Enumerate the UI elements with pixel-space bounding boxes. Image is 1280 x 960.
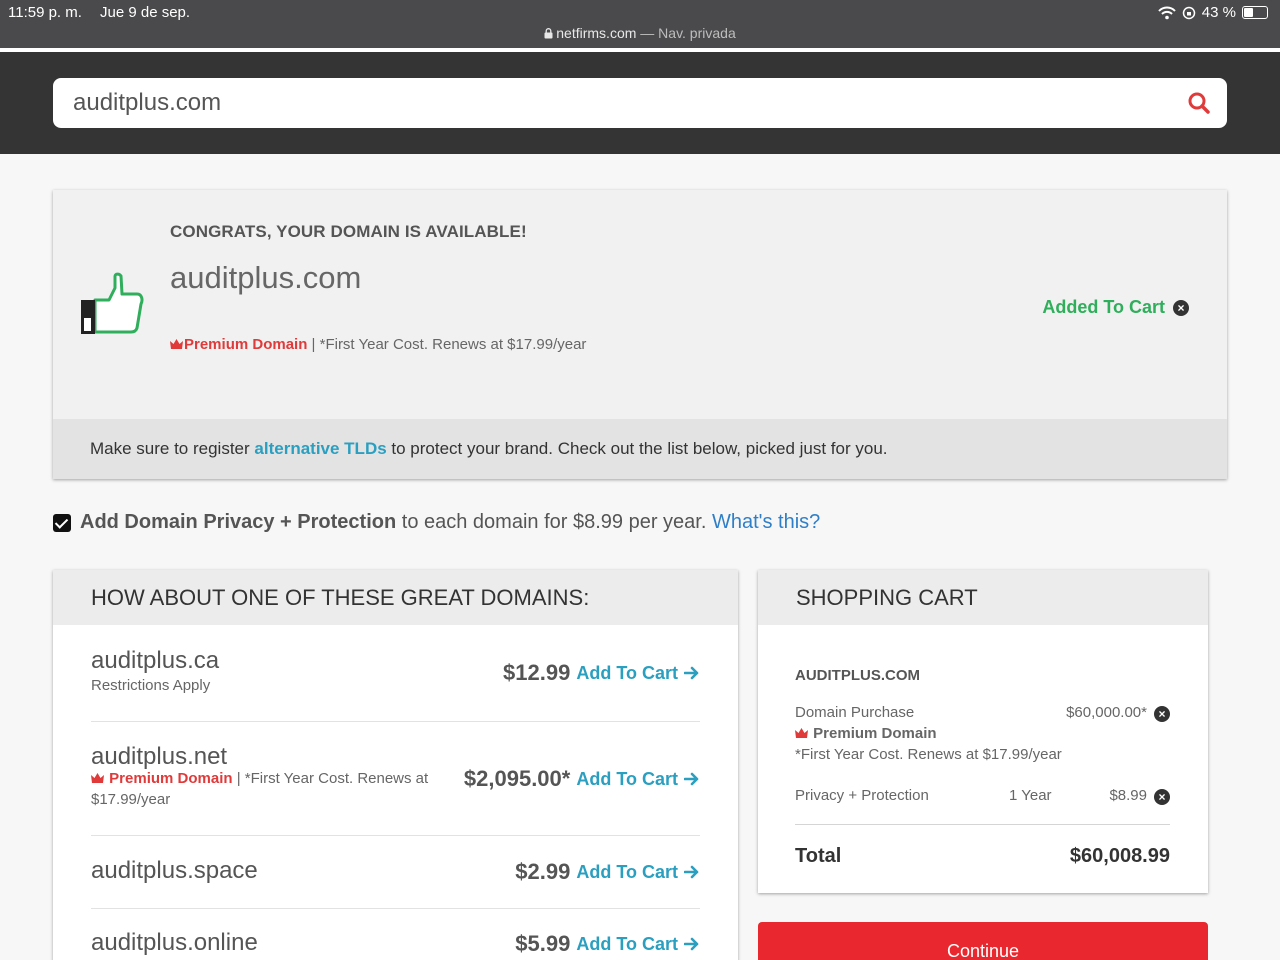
thumbs-up-icon <box>81 272 144 334</box>
arrow-right-icon[interactable] <box>684 865 700 879</box>
domain-purchase-label: Domain Purchase <box>795 704 915 721</box>
suggestions-header: HOW ABOUT ONE OF THESE GREAT DOMAINS: <box>53 570 738 625</box>
suggestion-price-group: $2,095.00* Add To Cart <box>464 766 700 792</box>
privacy-checkbox[interactable] <box>53 513 71 532</box>
remove-domain-icon[interactable]: × <box>1154 706 1170 722</box>
premium-label: Premium Domain <box>109 770 233 787</box>
privacy-description: to each domain for $8.99 per year. <box>396 511 712 533</box>
renew-note: | *First Year Cost. Renews at <box>232 770 429 787</box>
premium-badge: Premium Domain <box>170 336 307 353</box>
arrow-right-icon[interactable] <box>684 666 700 680</box>
rotation-lock-icon <box>1182 6 1196 19</box>
privacy-term: 1 Year <box>1009 787 1052 804</box>
suggestion-domain: auditplus.space <box>91 857 258 884</box>
search-box <box>53 78 1227 128</box>
suggestion-row: auditplus.online $5.99 Add To Cart <box>91 909 700 960</box>
suggestion-domain: auditplus.net <box>91 743 228 770</box>
status-bar: 11:59 p. m. Jue 9 de sep. netfirms.com —… <box>0 0 1280 48</box>
battery-icon <box>1242 6 1268 19</box>
whats-this-link[interactable]: What's this? <box>712 511 820 533</box>
address-bar[interactable]: netfirms.com — Nav. privada <box>0 25 1280 41</box>
remove-privacy-icon[interactable]: × <box>1154 789 1170 805</box>
suggestion-note: Premium Domain | *First Year Cost. Renew… <box>91 768 431 810</box>
total-value: $60,008.99 <box>1069 845 1170 867</box>
renew-note: | *First Year Cost. Renews at $17.99/yea… <box>307 336 587 353</box>
suggestion-price: $2,095.00* <box>463 766 571 791</box>
status-indicators: 43 % <box>1158 4 1268 21</box>
search-icon[interactable] <box>1187 91 1211 115</box>
premium-badge: Premium Domain <box>91 770 233 787</box>
private-mode-label: — Nav. privada <box>640 25 736 41</box>
suggestion-price: $2.99 <box>515 859 571 884</box>
cart-item-domain: AUDITPLUS.COM <box>795 667 920 684</box>
suggestion-price-group: $5.99 Add To Cart <box>515 931 700 957</box>
lock-icon <box>544 28 553 39</box>
suggestion-note: Restrictions Apply <box>91 677 211 694</box>
total-label: Total <box>795 845 842 867</box>
add-to-cart-link[interactable]: Add To Cart <box>576 934 678 955</box>
add-to-cart-link[interactable]: Add To Cart <box>576 769 678 790</box>
tld-notice: Make sure to register alternative TLDs t… <box>53 419 1227 479</box>
status-date: Jue 9 de sep. <box>100 4 191 21</box>
suggestion-domain: auditplus.online <box>91 929 258 956</box>
privacy-option: Add Domain Privacy + Protection to each … <box>53 511 820 534</box>
premium-label: Premium Domain <box>813 725 937 742</box>
suggestion-row: auditplus.ca Restrictions Apply $12.99 A… <box>91 625 700 722</box>
suggestion-price-group: $12.99 Add To Cart <box>503 660 700 686</box>
suggestion-price: $5.99 <box>515 931 571 956</box>
domain-search-input[interactable] <box>73 88 1153 118</box>
privacy-text: Add Domain Privacy + Protection to each … <box>80 511 820 534</box>
availability-headline: CONGRATS, YOUR DOMAIN IS AVAILABLE! <box>170 222 527 241</box>
available-domain: auditplus.com <box>170 260 362 295</box>
crown-icon <box>170 339 183 349</box>
cart-header: SHOPPING CART <box>758 570 1208 625</box>
suggestions-title: HOW ABOUT ONE OF THESE GREAT DOMAINS: <box>91 585 590 610</box>
remove-from-cart-icon[interactable]: × <box>1173 299 1189 316</box>
arrow-right-icon[interactable] <box>684 937 700 951</box>
availability-card: CONGRATS, YOUR DOMAIN IS AVAILABLE! audi… <box>53 190 1227 479</box>
battery-percent: 43 % <box>1201 4 1236 21</box>
premium-label: Premium Domain <box>184 336 308 353</box>
domain-purchase-price: $60,000.00* <box>1066 704 1147 721</box>
continue-button[interactable]: Continue <box>758 922 1208 960</box>
tld-notice-text: Make sure to register alternative TLDs t… <box>90 439 888 459</box>
premium-badge: Premium Domain <box>795 725 937 742</box>
tld-suffix: to protect your brand. Check out the lis… <box>386 439 888 458</box>
add-to-cart-link[interactable]: Add To Cart <box>576 663 678 684</box>
add-to-cart-link[interactable]: Add To Cart <box>576 862 678 883</box>
added-to-cart-label: Added To Cart <box>1042 297 1165 317</box>
privacy-protection-label: Privacy + Protection <box>795 787 929 804</box>
status-time: 11:59 p. m. <box>8 4 82 21</box>
cart-divider <box>795 824 1170 825</box>
tld-prefix: Make sure to register <box>90 439 255 458</box>
search-header <box>0 52 1280 154</box>
arrow-right-icon[interactable] <box>684 772 700 786</box>
alternative-tlds-link[interactable]: alternative TLDs <box>254 439 386 458</box>
wifi-icon <box>1158 6 1176 19</box>
privacy-price: $8.99 <box>1109 787 1147 804</box>
shopping-cart: SHOPPING CART AUDITPLUS.COM Domain Purch… <box>758 570 1208 893</box>
suggestion-price: $12.99 <box>503 660 571 685</box>
crown-icon <box>795 728 808 738</box>
domain-suggestions-card: HOW ABOUT ONE OF THESE GREAT DOMAINS: au… <box>53 570 738 960</box>
url-text: netfirms.com <box>556 25 637 41</box>
added-to-cart-status: Added To Cart × <box>1042 297 1189 318</box>
renew-price: $17.99/year <box>91 791 171 808</box>
privacy-title: Add Domain Privacy + Protection <box>80 511 397 533</box>
cart-title: SHOPPING CART <box>796 585 978 610</box>
suggestion-domain: auditplus.ca <box>91 647 220 674</box>
suggestion-price-group: $2.99 Add To Cart <box>515 859 700 885</box>
suggestion-row: auditplus.space $2.99 Add To Cart <box>91 836 700 909</box>
suggestion-row: auditplus.net Premium Domain | *First Ye… <box>91 722 700 836</box>
crown-icon <box>91 773 104 783</box>
premium-info: Premium Domain | *First Year Cost. Renew… <box>170 336 586 353</box>
cart-renew-note: *First Year Cost. Renews at $17.99/year <box>795 746 1062 763</box>
